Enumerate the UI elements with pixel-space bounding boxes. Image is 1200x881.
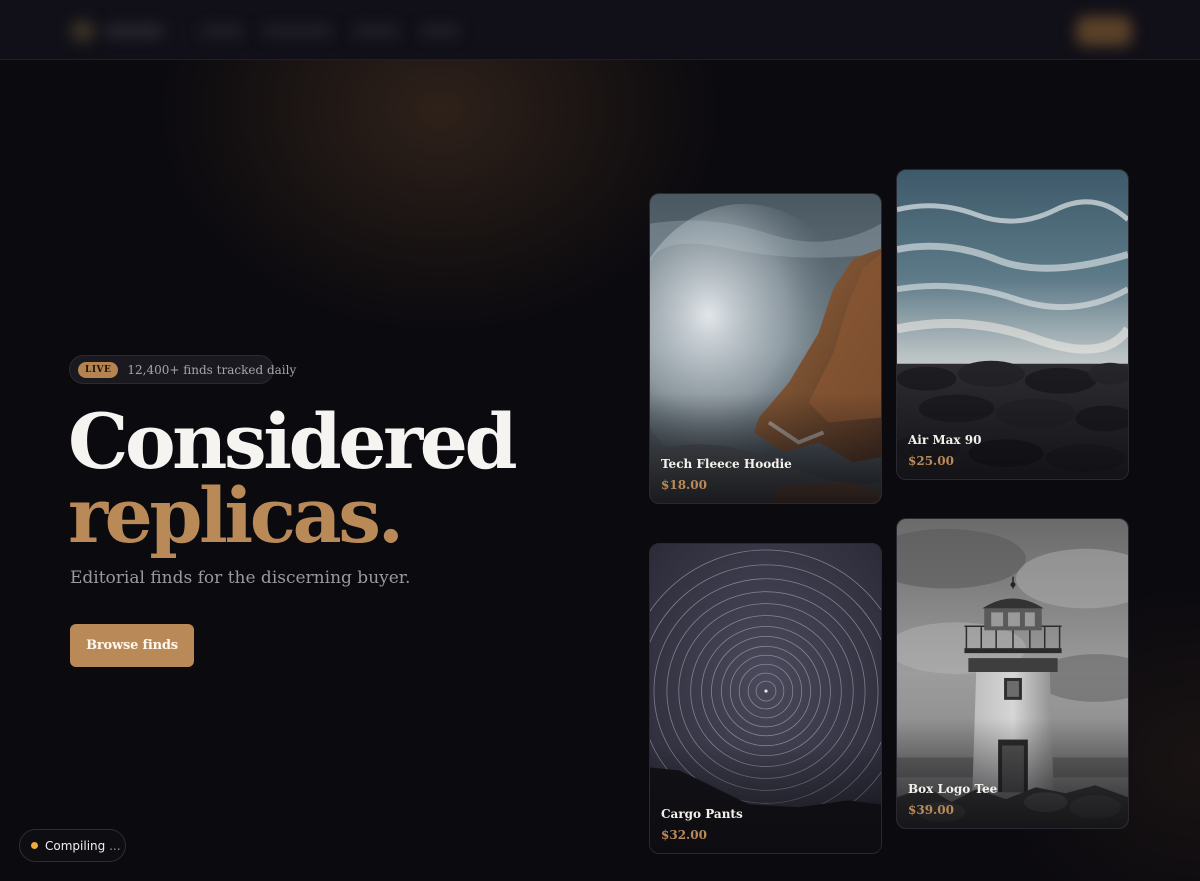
- compiling-label: Compiling: [45, 838, 106, 853]
- product-card[interactable]: Box Logo Tee $39.00: [896, 518, 1129, 829]
- product-price: $39.00: [908, 803, 954, 817]
- compiling-text: Compiling ...: [45, 839, 121, 853]
- nav-cta-button[interactable]: [1076, 16, 1132, 46]
- badge-text: 12,400+ finds tracked daily: [127, 362, 297, 377]
- product-title: Cargo Pants: [661, 807, 743, 821]
- product-title: Box Logo Tee: [908, 782, 998, 796]
- product-title: Air Max 90: [908, 433, 982, 447]
- product-card[interactable]: Cargo Pants $32.00: [649, 543, 882, 854]
- nav-link[interactable]: [352, 26, 400, 36]
- nav-link[interactable]: [262, 26, 332, 36]
- product-card[interactable]: Air Max 90 $25.00: [896, 169, 1129, 480]
- brand-name[interactable]: [104, 25, 164, 37]
- nav-link[interactable]: [200, 26, 244, 36]
- live-badge: LIVE 12,400+ finds tracked daily: [69, 355, 296, 384]
- compiling-ellipsis: ...: [109, 838, 121, 853]
- browse-finds-button[interactable]: Browse finds: [70, 624, 194, 667]
- product-price: $32.00: [661, 828, 707, 842]
- product-price: $25.00: [908, 454, 954, 468]
- product-card[interactable]: Tech Fleece Hoodie $18.00: [649, 193, 882, 504]
- nav-link[interactable]: [420, 26, 460, 36]
- status-dot-icon: [31, 842, 38, 849]
- product-price: $18.00: [661, 478, 707, 492]
- live-label: LIVE: [78, 361, 119, 378]
- product-title: Tech Fleece Hoodie: [661, 457, 792, 471]
- headline-line-2: replicas.: [68, 471, 404, 560]
- logo-icon[interactable]: [70, 20, 96, 42]
- compiling-status-pill: Compiling ...: [19, 829, 126, 862]
- top-navigation: [0, 0, 1200, 60]
- tagline: Editorial finds for the discerning buyer…: [70, 568, 411, 588]
